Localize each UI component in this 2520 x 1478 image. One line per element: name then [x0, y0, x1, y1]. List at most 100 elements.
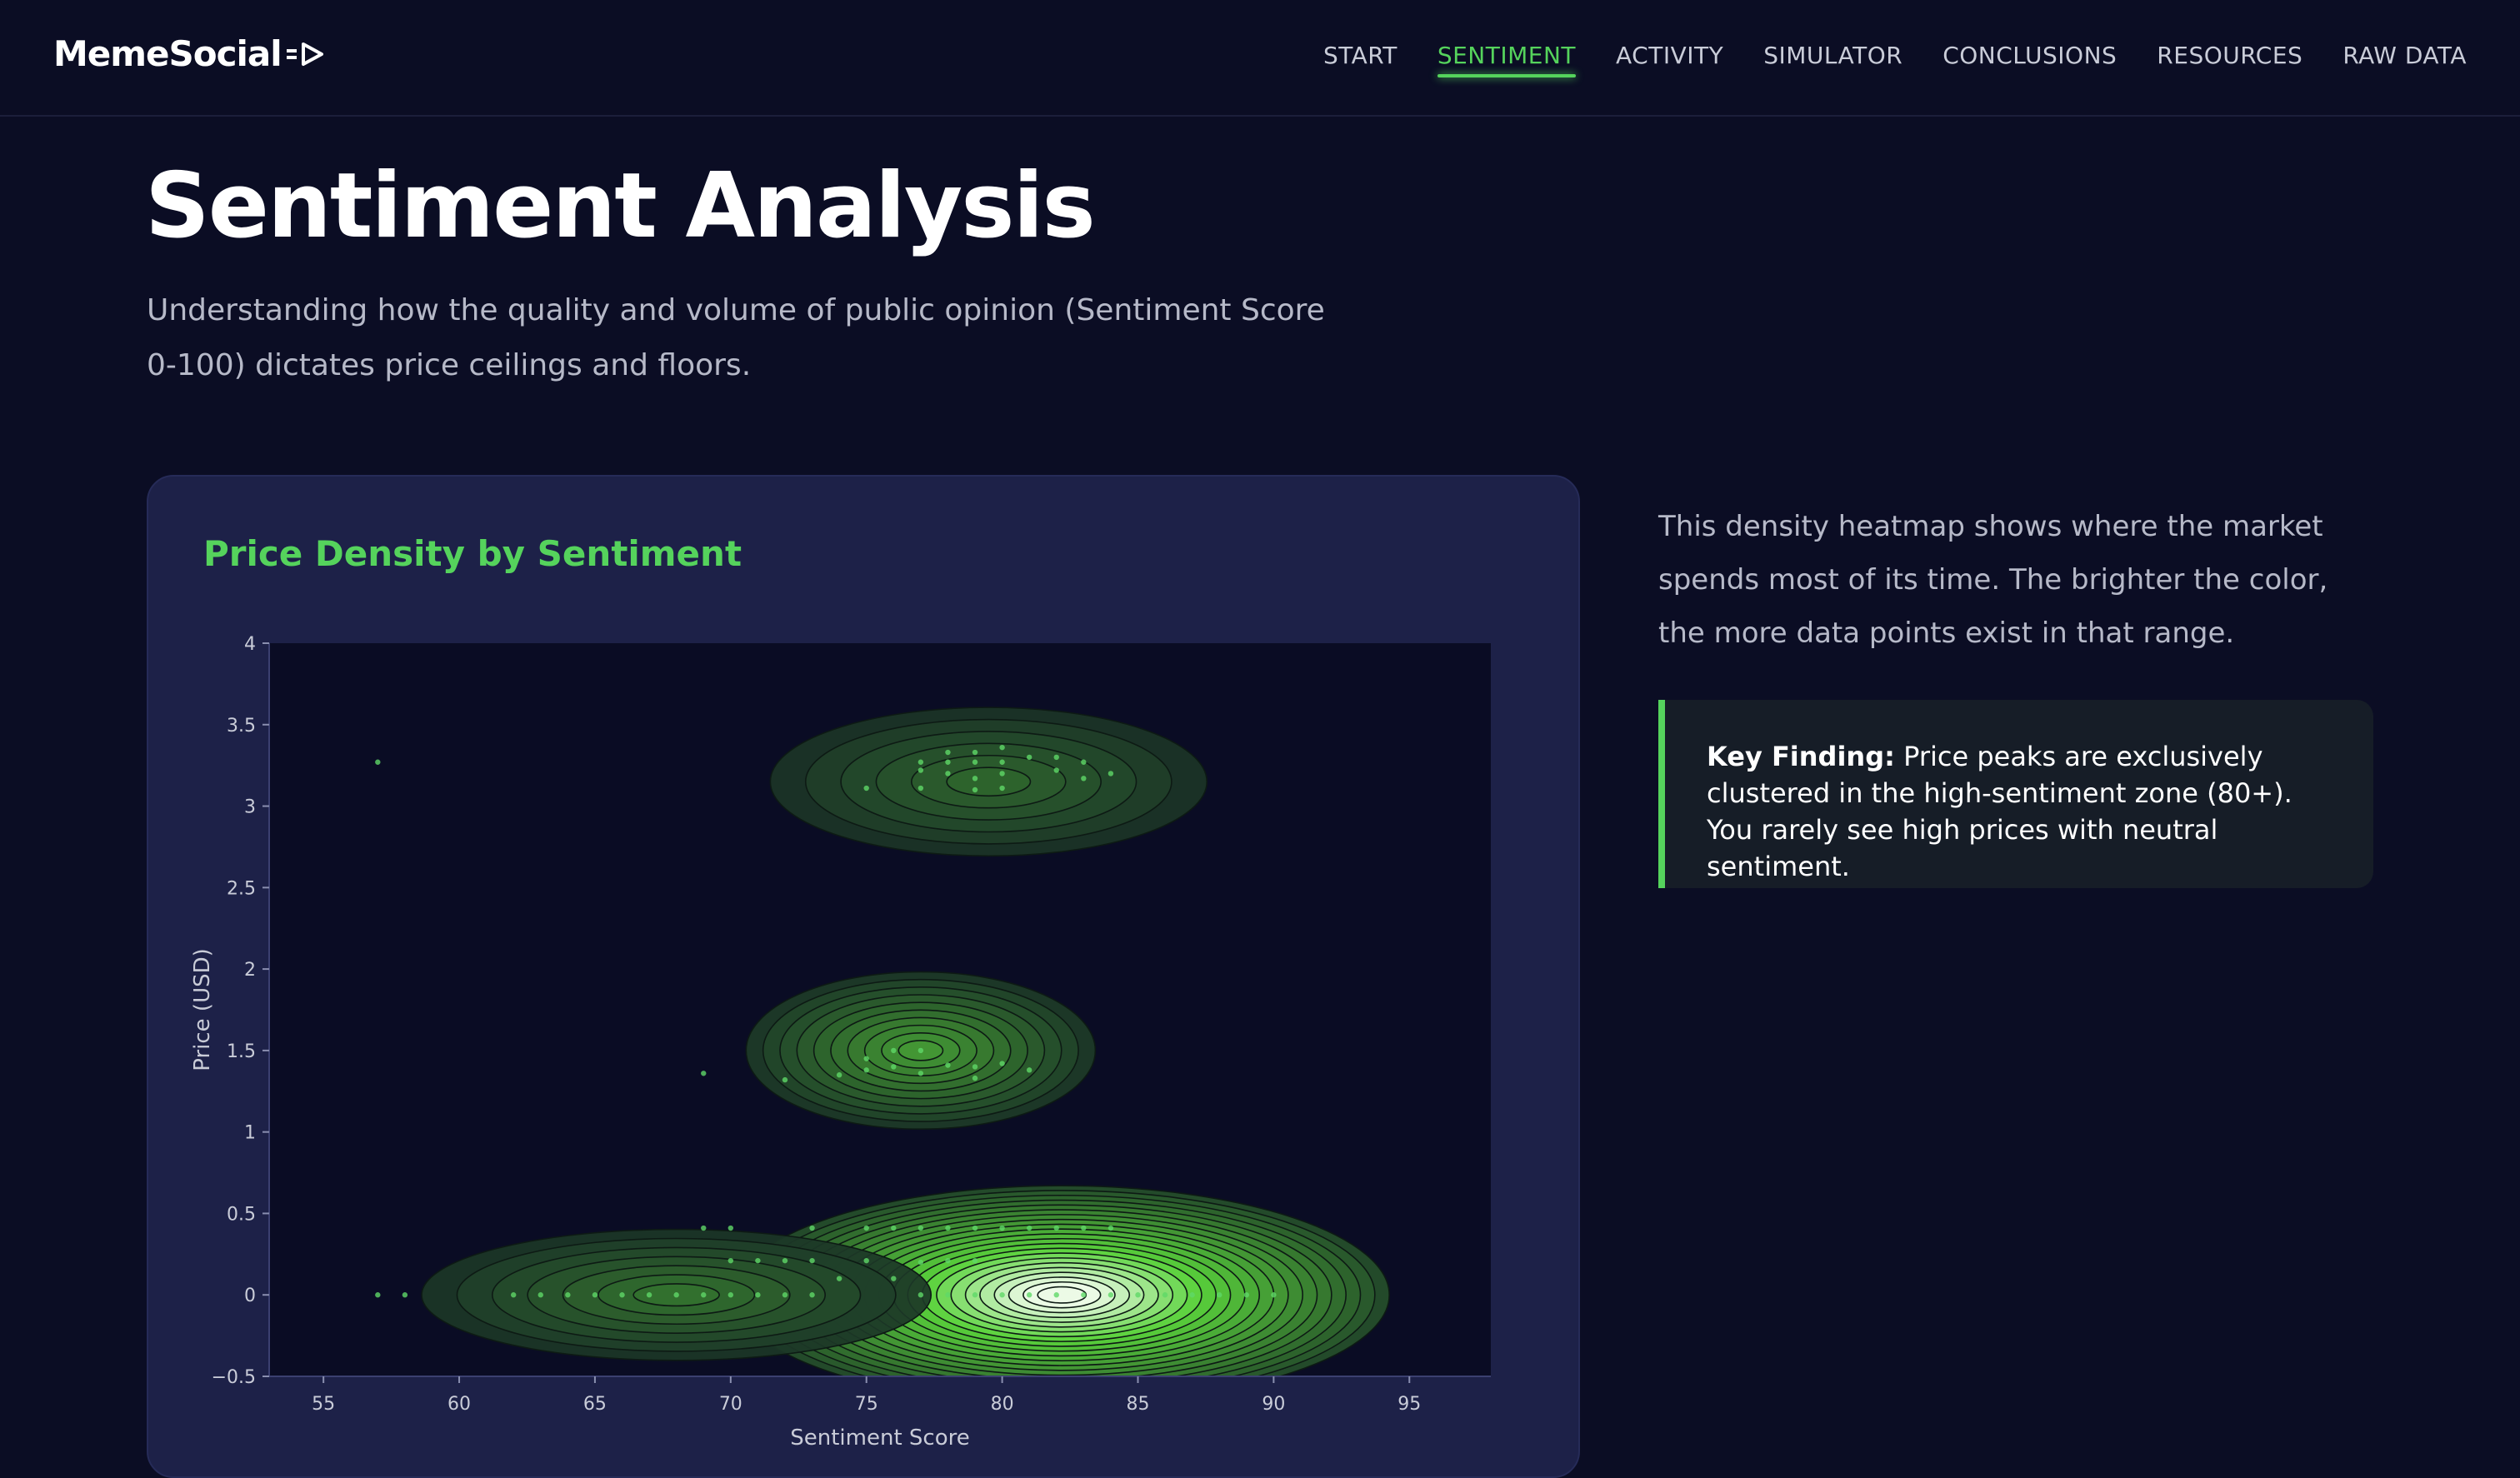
data-point [1081, 1292, 1087, 1298]
data-point [701, 1292, 707, 1298]
y-tick-label: 3 [244, 797, 256, 818]
data-point [999, 771, 1005, 776]
data-point [918, 1047, 924, 1054]
key-finding-callout: Key Finding: Price peaks are exclusively… [1658, 700, 2373, 888]
data-point [728, 1225, 734, 1231]
data-point [755, 1292, 761, 1298]
data-point [945, 1225, 951, 1231]
data-point [945, 749, 951, 756]
page-title: Sentiment Analysis [145, 154, 1096, 258]
data-point [1026, 1292, 1032, 1298]
data-point [999, 744, 1005, 751]
data-point [999, 1061, 1005, 1066]
nav-resources[interactable]: RESOURCES [2157, 42, 2302, 77]
data-point [646, 1292, 652, 1298]
y-tick-label: 0 [244, 1286, 256, 1306]
density-contour [946, 766, 1032, 797]
y-tick-label: 2 [244, 960, 256, 981]
data-point [1081, 1225, 1087, 1231]
x-tick-label: 60 [448, 1394, 471, 1415]
data-point [918, 1225, 924, 1231]
data-point [1053, 767, 1059, 773]
data-point [1026, 1067, 1032, 1073]
y-tick-label: 1.5 [227, 1041, 256, 1062]
nav-raw-data[interactable]: RAW DATA [2342, 42, 2467, 77]
data-point [972, 1225, 978, 1231]
data-point [565, 1292, 571, 1298]
data-point [755, 1257, 761, 1264]
data-point [891, 1047, 897, 1054]
y-axis-label: Price (USD) [190, 948, 215, 1071]
data-point [782, 1257, 788, 1264]
x-tick-label: 90 [1262, 1394, 1285, 1415]
data-point [1108, 1292, 1114, 1298]
y-tick-label: 2.5 [227, 878, 256, 899]
x-tick-label: 55 [312, 1394, 335, 1415]
data-point [972, 1064, 978, 1070]
data-point [375, 759, 381, 765]
data-point [701, 1225, 707, 1231]
data-point [809, 1292, 815, 1298]
data-point [945, 1062, 951, 1068]
data-point [863, 1067, 869, 1073]
nav-activity[interactable]: ACTIVITY [1616, 42, 1723, 77]
y-tick-label: 1 [244, 1123, 256, 1144]
data-point [1189, 1292, 1195, 1298]
data-point [1026, 754, 1032, 761]
data-point [1053, 1292, 1059, 1298]
y-tick-label: −0.5 [212, 1367, 256, 1388]
data-point [945, 759, 951, 765]
nav-start[interactable]: START [1323, 42, 1398, 77]
x-tick-label: 85 [1126, 1394, 1149, 1415]
data-point [809, 1225, 815, 1231]
data-point [891, 1225, 897, 1231]
data-point [863, 1257, 869, 1264]
data-point [918, 759, 924, 765]
data-point [402, 1292, 408, 1298]
nav-conclusions[interactable]: CONCLUSIONS [1942, 42, 2117, 77]
data-point [1108, 1225, 1114, 1231]
data-point [972, 786, 978, 793]
data-point [999, 759, 1005, 765]
data-point [701, 1071, 707, 1076]
data-point [863, 1056, 869, 1061]
chart-card: Price Density by Sentiment 55 60 65 70 75 80 8… [147, 475, 1580, 1478]
data-point [999, 1225, 1005, 1231]
density-heatmap-chart[interactable]: 55 60 65 70 75 80 85 90 95−0.500.511.522.533.54 … [148, 477, 1578, 1476]
data-point [945, 771, 951, 776]
data-point [782, 1292, 788, 1298]
data-point [972, 1292, 978, 1298]
data-point [945, 1257, 951, 1264]
data-point [511, 1292, 517, 1298]
data-point [1053, 1225, 1059, 1231]
data-point [945, 1292, 951, 1298]
brand-name: MemeSocial [53, 33, 282, 74]
data-point [863, 785, 869, 791]
play-arrow-icon [286, 42, 323, 66]
data-point [918, 1259, 924, 1266]
nav-simulator[interactable]: SIMULATOR [1763, 42, 1902, 77]
data-point [1162, 1292, 1168, 1298]
data-point [1271, 1292, 1277, 1298]
data-point [782, 1076, 788, 1083]
data-point [836, 1072, 842, 1078]
data-point [592, 1292, 598, 1298]
x-axis-label: Sentiment Score [790, 1426, 969, 1451]
y-tick-label: 4 [244, 634, 256, 655]
data-point [863, 1225, 869, 1231]
nav-sentiment[interactable]: SENTIMENT [1437, 42, 1577, 77]
data-point [538, 1292, 543, 1298]
data-point [1053, 754, 1059, 761]
x-tick-label: 70 [719, 1394, 742, 1415]
data-point [673, 1292, 679, 1298]
data-point [972, 1075, 978, 1081]
x-tick-label: 95 [1398, 1394, 1421, 1415]
chart-description: This density heatmap shows where the mar… [1658, 510, 2328, 650]
data-point [728, 1292, 734, 1298]
data-point [1243, 1292, 1250, 1298]
brand-logo[interactable]: MemeSocial [53, 33, 328, 74]
data-point [1217, 1292, 1222, 1298]
data-point [1081, 776, 1087, 781]
data-point [809, 1257, 815, 1264]
data-point [918, 785, 924, 791]
